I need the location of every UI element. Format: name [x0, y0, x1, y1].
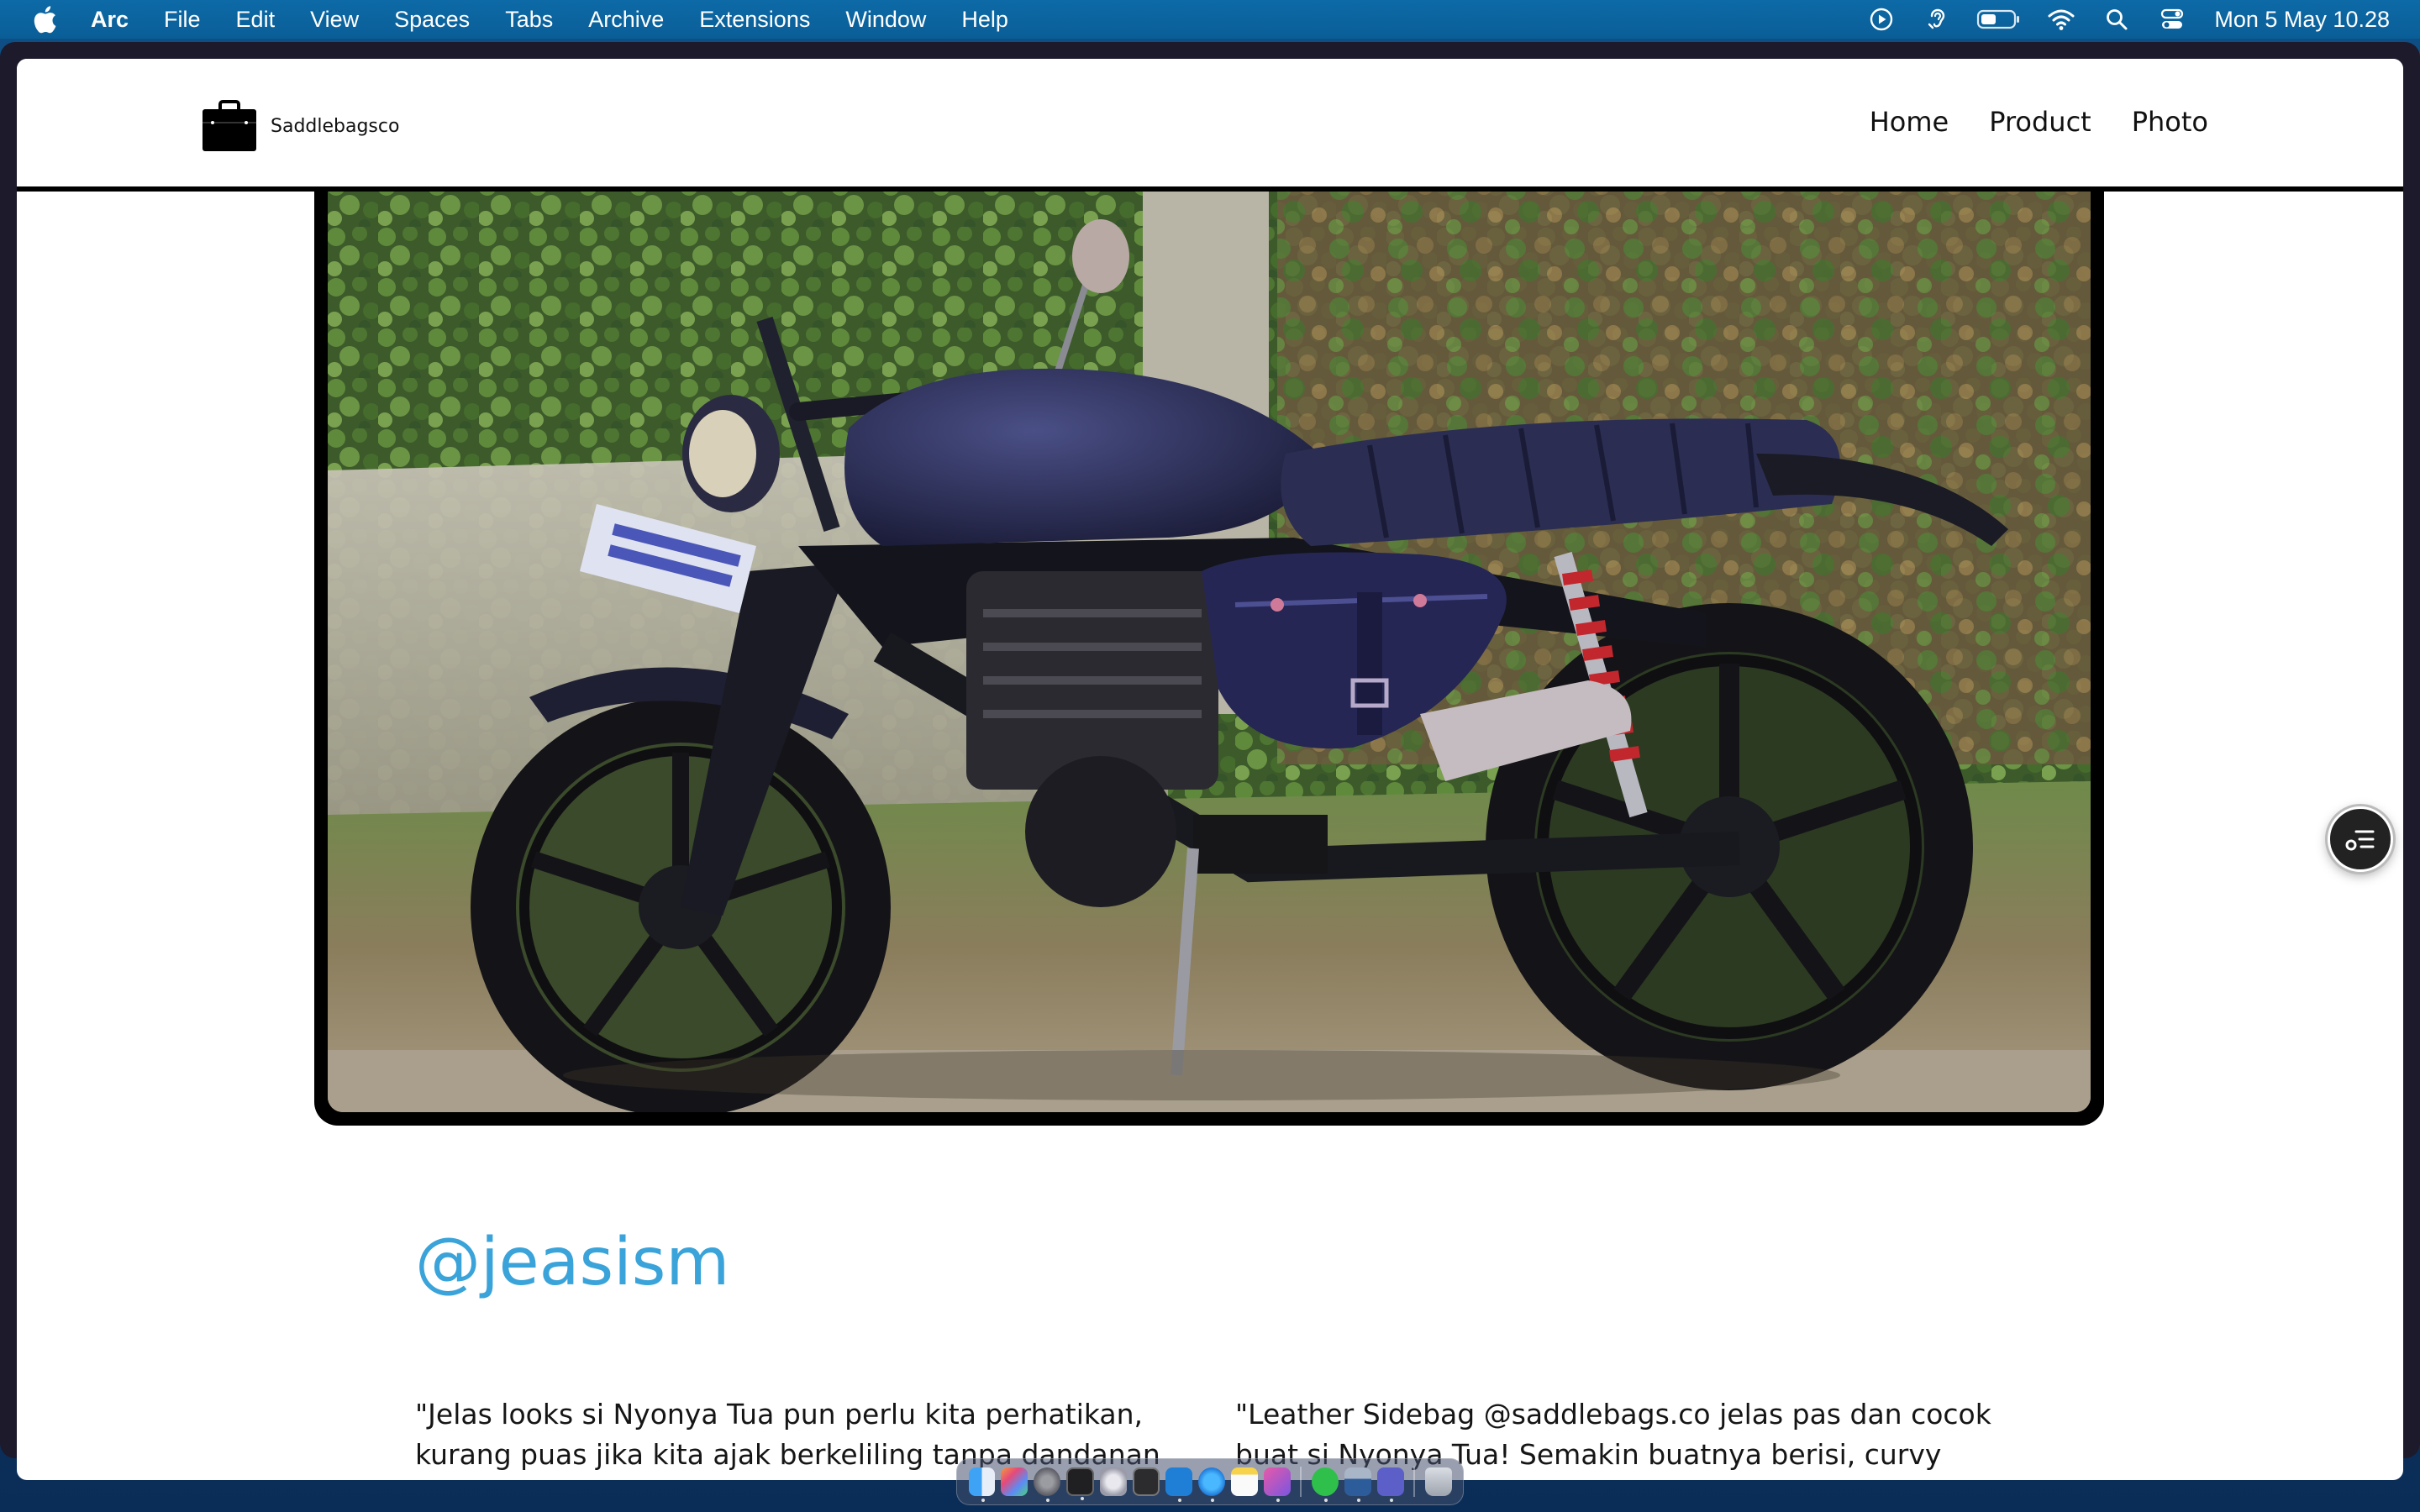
main-nav: Home Product Photo	[1829, 59, 2208, 185]
menubar-clock[interactable]: Mon 5 May 10.28	[2214, 7, 2390, 33]
vscode-icon[interactable]	[1165, 1467, 1192, 1502]
hero-photo-frame	[314, 176, 2104, 1126]
menu-edit[interactable]: Edit	[236, 0, 276, 39]
menu-spaces[interactable]: Spaces	[394, 0, 470, 39]
list-settings-icon	[2345, 830, 2375, 851]
apple-menu-icon[interactable]	[30, 3, 59, 35]
dock-separator	[1300, 1467, 1302, 1497]
whatsapp-icon[interactable]	[1311, 1467, 1339, 1502]
safari-icon[interactable]	[1197, 1467, 1225, 1502]
search-icon[interactable]	[2100, 3, 2133, 36]
instagram-handle[interactable]: @jeasism	[415, 1225, 729, 1300]
briefcase-logo-icon	[203, 100, 256, 151]
nav-product[interactable]: Product	[1989, 106, 2091, 138]
menu-file[interactable]: File	[164, 0, 201, 39]
menu-tabs[interactable]: Tabs	[505, 0, 553, 39]
menu-app-name[interactable]: Arc	[91, 0, 129, 39]
system-settings-icon[interactable]	[1034, 1467, 1061, 1502]
brand-name[interactable]: Saddlebagsco	[271, 116, 399, 137]
control-center-icon[interactable]	[2155, 3, 2189, 36]
menu-window[interactable]: Window	[845, 0, 926, 39]
browser-window: Saddlebagsco Home Product Photo @jeasism…	[0, 42, 2420, 1480]
terminal-icon[interactable]	[1066, 1467, 1094, 1500]
remote-desktop-icon[interactable]	[1344, 1467, 1371, 1502]
web-content: Saddlebagsco Home Product Photo @jeasism…	[17, 59, 2403, 1480]
finder-icon[interactable]	[968, 1467, 996, 1502]
launchpad-icon[interactable]	[1001, 1467, 1028, 1496]
brand[interactable]: Saddlebagsco	[202, 99, 399, 153]
hearing-icon[interactable]	[1920, 3, 1954, 36]
dock-separator	[1413, 1467, 1416, 1497]
motorcycle-photo	[328, 176, 2091, 1112]
disk-utility-icon[interactable]	[1099, 1467, 1127, 1496]
play-circle-icon[interactable]	[1865, 3, 1898, 36]
nav-photo[interactable]: Photo	[2132, 106, 2208, 138]
menu-archive[interactable]: Archive	[588, 0, 664, 39]
floating-menu-button[interactable]	[2328, 806, 2393, 872]
menu-help[interactable]: Help	[961, 0, 1008, 39]
preview-icon[interactable]	[1263, 1467, 1291, 1502]
trash-icon[interactable]	[1424, 1467, 1452, 1496]
nav-home[interactable]: Home	[1870, 106, 1949, 138]
console-icon[interactable]	[1132, 1467, 1160, 1496]
notes-icon[interactable]	[1230, 1467, 1258, 1496]
site-header: Saddlebagsco Home Product Photo	[17, 59, 2403, 192]
teams-icon[interactable]	[1376, 1467, 1404, 1502]
menu-extensions[interactable]: Extensions	[699, 0, 810, 39]
battery-icon[interactable]	[1975, 3, 2023, 36]
menu-bar: Arc File Edit View Spaces Tabs Archive E…	[0, 0, 2420, 39]
menu-view[interactable]: View	[310, 0, 359, 39]
wifi-icon[interactable]	[2044, 3, 2078, 36]
dock	[956, 1458, 1464, 1505]
